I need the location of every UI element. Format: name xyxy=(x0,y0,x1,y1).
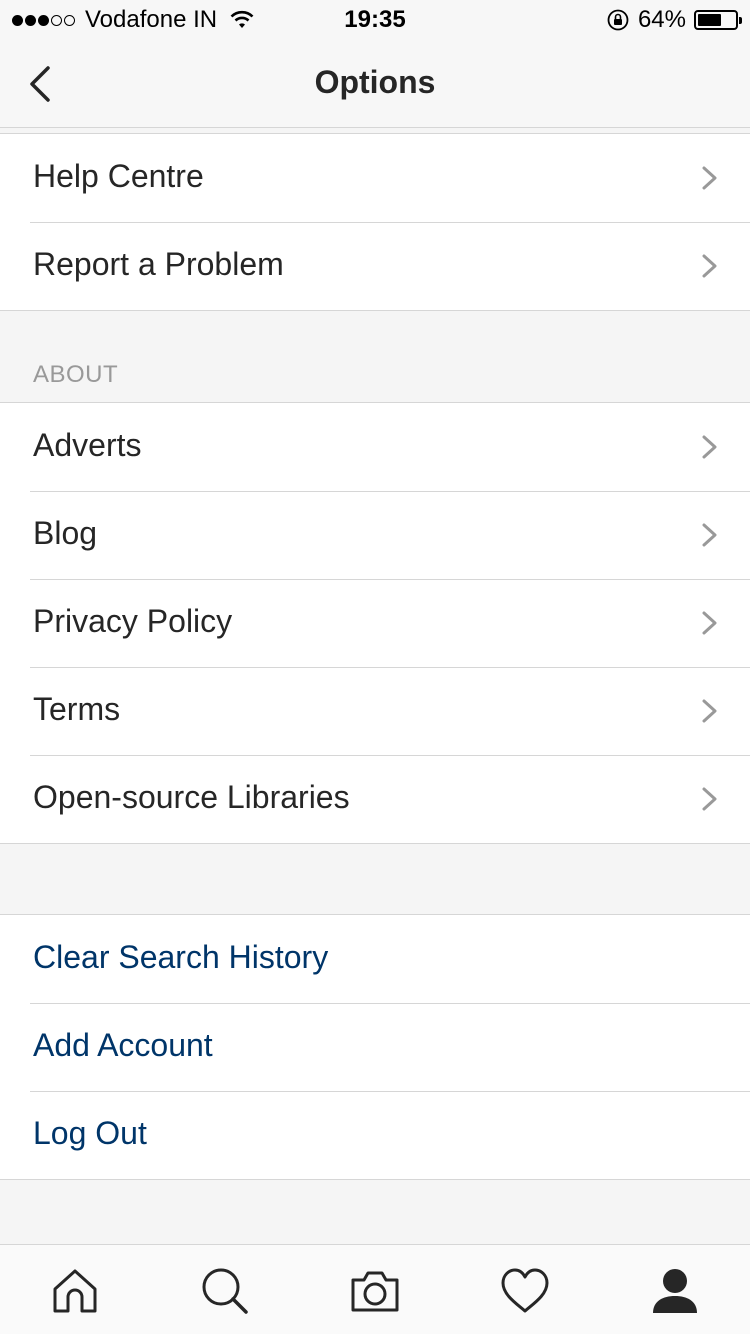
clear-search-history-button[interactable]: Clear Search History xyxy=(0,915,750,1003)
search-icon[interactable] xyxy=(197,1263,253,1319)
chevron-right-icon xyxy=(702,787,717,811)
list-item-label: Terms xyxy=(33,691,121,727)
chevron-right-icon xyxy=(702,523,717,547)
list-item-label: Blog xyxy=(33,515,98,551)
list-item-label: Help Centre xyxy=(33,158,204,194)
chevron-right-icon xyxy=(702,699,717,723)
section-header-about: ABOUT xyxy=(33,361,119,388)
list-item-label: Adverts xyxy=(33,427,142,463)
heart-icon[interactable] xyxy=(497,1263,553,1319)
list-item-privacy-policy[interactable]: Privacy Policy xyxy=(0,579,750,667)
list-item-label: Open-source Libraries xyxy=(33,779,350,815)
list-item-report-problem[interactable]: Report a Problem xyxy=(0,222,750,310)
list-item-label: Add Account xyxy=(33,1027,213,1063)
chevron-right-icon xyxy=(702,435,717,459)
status-bar: Vodafone IN 19:35 64% xyxy=(0,0,750,40)
list-item-label: Privacy Policy xyxy=(33,603,233,639)
list-item-help-centre[interactable]: Help Centre xyxy=(0,134,750,222)
navigation-bar: Options xyxy=(0,40,750,128)
list-item-blog[interactable]: Blog xyxy=(0,491,750,579)
battery-percentage: 64% xyxy=(637,6,686,33)
list-item-open-source-libraries[interactable]: Open-source Libraries xyxy=(0,755,750,843)
page-title: Options xyxy=(314,64,436,100)
home-icon[interactable] xyxy=(47,1263,103,1319)
list-item-adverts[interactable]: Adverts xyxy=(0,403,750,491)
chevron-right-icon xyxy=(702,166,717,190)
orientation-lock-icon xyxy=(607,9,629,31)
account-actions-list: Clear Search History Add Account Log Out xyxy=(0,914,750,1180)
camera-icon[interactable] xyxy=(347,1263,403,1319)
support-list: Help Centre Report a Problem xyxy=(0,133,750,311)
log-out-button[interactable]: Log Out xyxy=(0,1091,750,1179)
list-item-label: Clear Search History xyxy=(33,939,329,975)
list-item-label: Log Out xyxy=(33,1115,147,1151)
chevron-right-icon xyxy=(702,611,717,635)
list-item-terms[interactable]: Terms xyxy=(0,667,750,755)
battery-icon xyxy=(694,10,742,30)
profile-icon[interactable] xyxy=(647,1263,703,1319)
list-item-label: Report a Problem xyxy=(33,246,284,282)
chevron-right-icon xyxy=(702,254,717,278)
add-account-button[interactable]: Add Account xyxy=(0,1003,750,1091)
tab-bar xyxy=(0,1244,750,1334)
about-list: Adverts Blog Privacy Policy Terms Open-s… xyxy=(0,402,750,844)
